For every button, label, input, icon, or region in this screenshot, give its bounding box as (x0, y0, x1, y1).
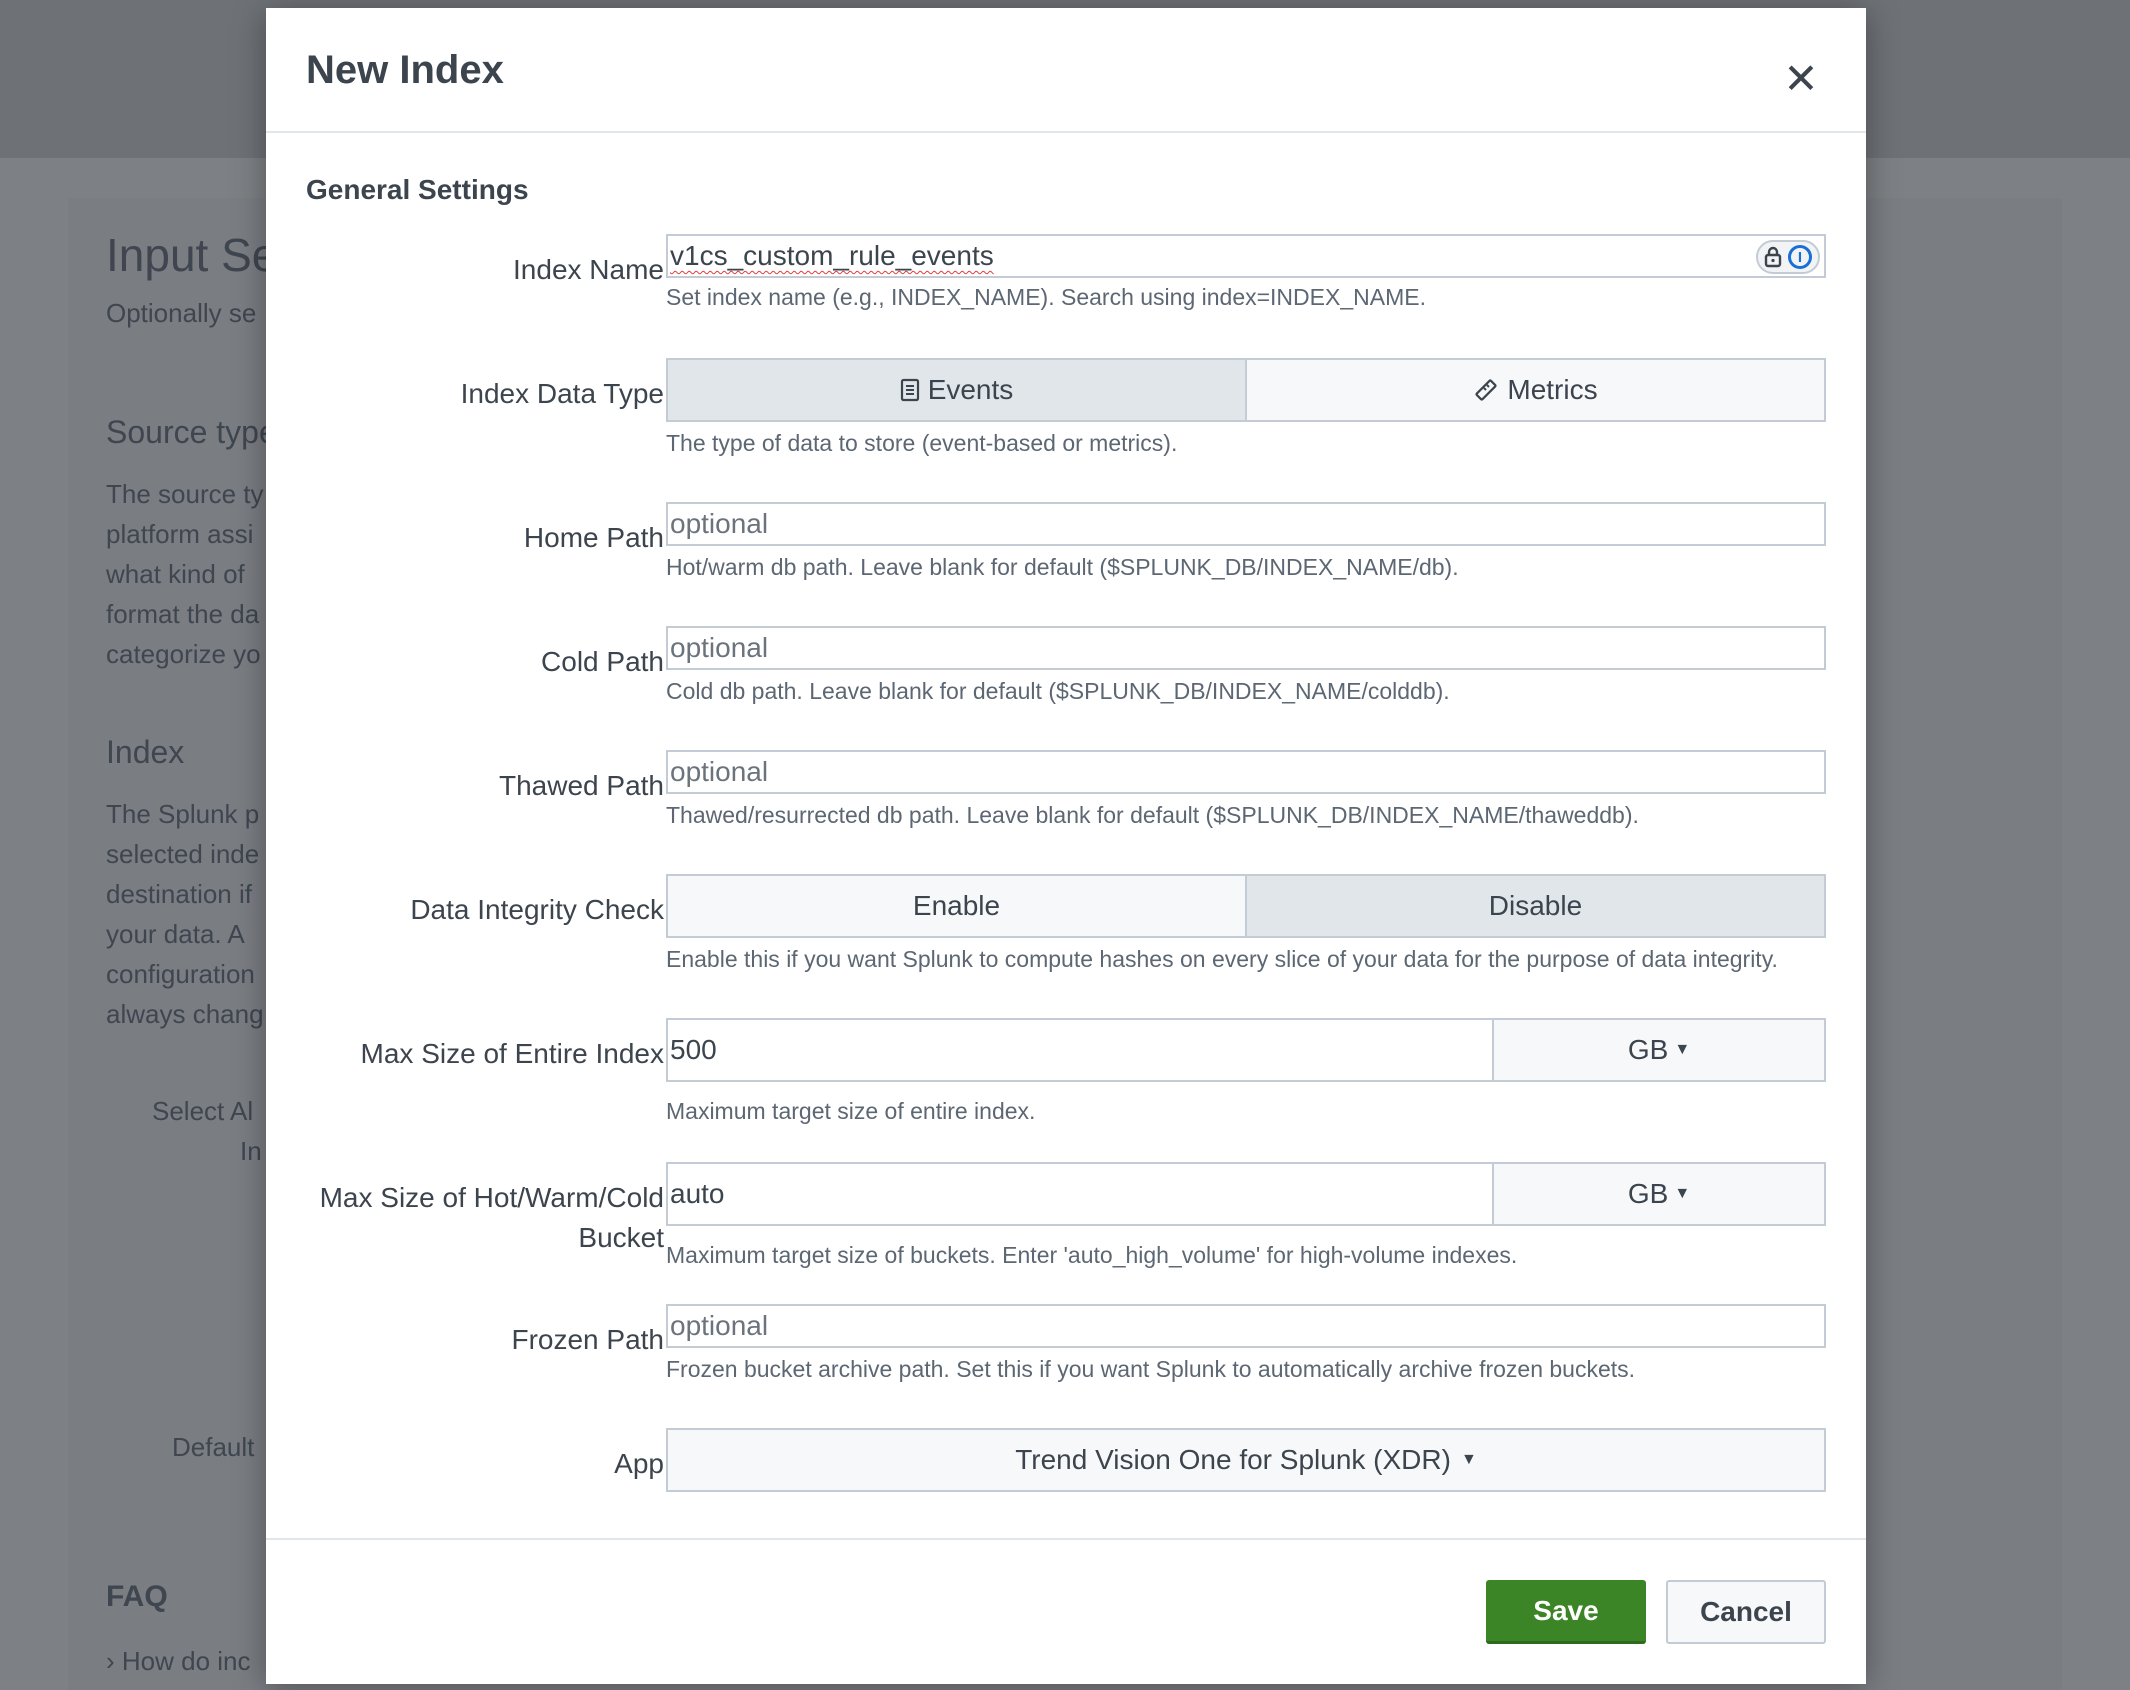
background-source-type-text: The source ty platform assi what kind of… (106, 479, 264, 669)
document-icon (900, 378, 919, 402)
index-data-type-toggle: Events Metrics (666, 358, 1826, 422)
index-name-label: Index Name (513, 254, 664, 285)
index-name-help: Set index name (e.g., INDEX_NAME). Searc… (666, 284, 1426, 310)
max-size-index-unit: GB (1627, 1034, 1669, 1065)
thawed-path-placeholder: optional (670, 756, 769, 787)
caret-down-icon: ▼ (1674, 1185, 1691, 1202)
background-page-subtitle: Optionally se (106, 298, 257, 328)
modal-header: New Index ✕ (266, 8, 1866, 133)
cold-path-placeholder: optional (670, 632, 769, 663)
new-index-modal: New Index ✕ General Settings Index Name … (266, 8, 1866, 1684)
app-dropdown[interactable]: Trend Vision One for Splunk (XDR) ▼ (666, 1428, 1826, 1492)
background-source-type-heading: Source type (106, 414, 277, 450)
enable-option[interactable]: Enable (668, 876, 1245, 936)
thawed-path-input[interactable]: optional (666, 750, 1826, 794)
max-size-bucket-label: Max Size of Hot/Warm/Cold Bucket (319, 1182, 664, 1253)
frozen-path-placeholder: optional (670, 1310, 769, 1341)
background-index-text: The Splunk p selected inde destination i… (106, 799, 264, 1029)
events-option[interactable]: Events (668, 360, 1245, 420)
app-dropdown-value: Trend Vision One for Splunk (XDR) (1015, 1444, 1451, 1475)
frozen-path-input[interactable]: optional (666, 1304, 1826, 1348)
max-size-bucket-help: Maximum target size of buckets. Enter 'a… (666, 1242, 1518, 1268)
background-faq-heading: FAQ (106, 1580, 168, 1613)
home-path-placeholder: optional (670, 508, 769, 539)
cancel-button[interactable]: Cancel (1666, 1580, 1826, 1644)
app-label: App (614, 1448, 664, 1479)
events-option-label: Events (927, 374, 1014, 405)
index-data-type-label: Index Data Type (460, 378, 664, 409)
home-path-input[interactable]: optional (666, 502, 1826, 546)
max-size-bucket-input[interactable]: auto GB ▼ (666, 1162, 1826, 1226)
modal-footer: Save Cancel (266, 1538, 1866, 1684)
thawed-path-help: Thawed/resurrected db path. Leave blank … (666, 802, 1639, 828)
max-size-bucket-unit: GB (1627, 1178, 1669, 1209)
frozen-path-label: Frozen Path (511, 1324, 664, 1355)
index-name-input[interactable]: v1cs_custom_rule_events I (666, 234, 1826, 278)
caret-down-icon: ▼ (1460, 1451, 1477, 1468)
data-integrity-help: Enable this if you want Splunk to comput… (666, 946, 1778, 972)
metrics-option-label: Metrics (1507, 374, 1598, 405)
thawed-path-label: Thawed Path (499, 770, 664, 801)
max-size-index-unit-dropdown[interactable]: GB ▼ (1492, 1020, 1824, 1080)
data-integrity-label: Data Integrity Check (410, 894, 664, 925)
data-integrity-toggle: Enable Disable (666, 874, 1826, 938)
max-size-index-value: 500 (670, 1034, 717, 1065)
lock-icon (1764, 246, 1782, 268)
home-path-help: Hot/warm db path. Leave blank for defaul… (666, 554, 1459, 580)
close-icon[interactable]: ✕ (1776, 53, 1826, 103)
max-size-bucket-unit-dropdown[interactable]: GB ▼ (1492, 1164, 1824, 1224)
max-size-index-input[interactable]: 500 GB ▼ (666, 1018, 1826, 1082)
disable-option[interactable]: Disable (1245, 876, 1824, 936)
modal-title: New Index (306, 48, 504, 92)
cold-path-label: Cold Path (541, 646, 664, 677)
save-button[interactable]: Save (1486, 1580, 1646, 1644)
password-manager-indicator[interactable]: I (1756, 240, 1820, 274)
background-page-title: Input Se (106, 229, 278, 281)
info-icon: I (1788, 245, 1812, 269)
max-size-index-help: Maximum target size of entire index. (666, 1098, 1036, 1124)
background-select-all: Select Al (152, 1096, 254, 1126)
cold-path-help: Cold db path. Leave blank for default ($… (666, 678, 1450, 704)
metrics-option[interactable]: Metrics (1245, 360, 1824, 420)
background-index-heading: Index (106, 734, 185, 770)
max-size-bucket-value: auto (670, 1178, 725, 1209)
home-path-label: Home Path (523, 522, 664, 553)
background-default-label: Default (172, 1432, 255, 1462)
section-title: General Settings (306, 174, 529, 205)
background-select-all-2: In (240, 1136, 262, 1166)
index-data-type-help: The type of data to store (event-based o… (666, 430, 1178, 456)
ruler-icon (1475, 379, 1497, 401)
cold-path-input[interactable]: optional (666, 626, 1826, 670)
caret-down-icon: ▼ (1674, 1041, 1691, 1058)
background-faq-item: › How do inc (106, 1646, 251, 1676)
frozen-path-help: Frozen bucket archive path. Set this if … (666, 1356, 1636, 1382)
max-size-index-label: Max Size of Entire Index (360, 1038, 664, 1069)
index-name-value: v1cs_custom_rule_events (670, 240, 994, 271)
